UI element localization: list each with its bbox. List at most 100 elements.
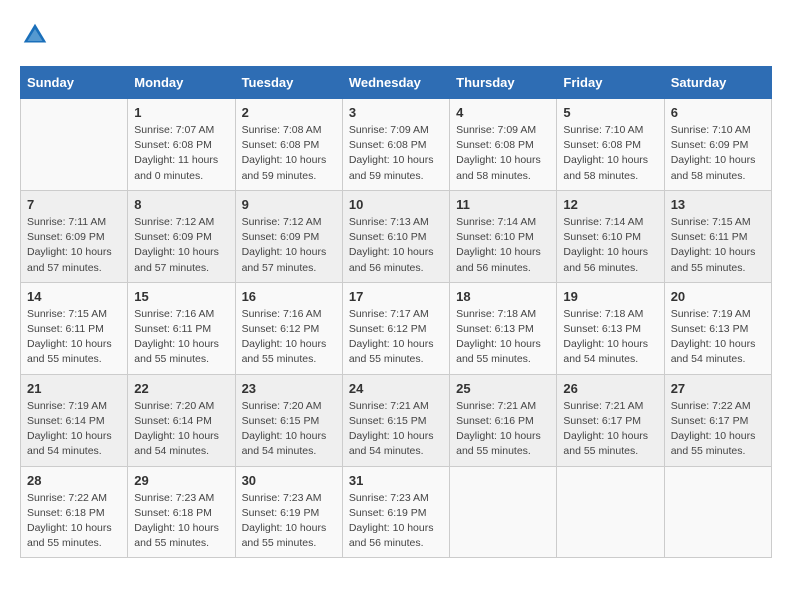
calendar-cell: 29 Sunrise: 7:23 AMSunset: 6:18 PMDayligh… (128, 466, 235, 558)
calendar-cell (21, 99, 128, 191)
day-info: Sunrise: 7:16 AMSunset: 6:12 PMDaylight:… (242, 307, 336, 368)
day-number: 18 (456, 289, 550, 304)
day-info: Sunrise: 7:15 AMSunset: 6:11 PMDaylight:… (27, 307, 121, 368)
calendar-cell: 17 Sunrise: 7:17 AMSunset: 6:12 PMDayligh… (342, 282, 449, 374)
calendar-cell: 7 Sunrise: 7:11 AMSunset: 6:09 PMDaylight… (21, 190, 128, 282)
calendar-header-row: SundayMondayTuesdayWednesdayThursdayFrid… (21, 67, 772, 99)
day-number: 5 (563, 105, 657, 120)
day-number: 14 (27, 289, 121, 304)
calendar-cell: 18 Sunrise: 7:18 AMSunset: 6:13 PMDayligh… (450, 282, 557, 374)
calendar-cell: 4 Sunrise: 7:09 AMSunset: 6:08 PMDaylight… (450, 99, 557, 191)
day-info: Sunrise: 7:22 AMSunset: 6:18 PMDaylight:… (27, 491, 121, 552)
calendar-cell: 9 Sunrise: 7:12 AMSunset: 6:09 PMDaylight… (235, 190, 342, 282)
calendar-cell: 30Sunrise: 7:23 AMSunset: 6:19 PMDayligh… (235, 466, 342, 558)
day-number: 11 (456, 197, 550, 212)
calendar-week-row: 1Sunrise: 7:07 AMSunset: 6:08 PMDaylight… (21, 99, 772, 191)
day-number: 21 (27, 381, 121, 396)
calendar-cell: 22 Sunrise: 7:20 AMSunset: 6:14 PMDayligh… (128, 374, 235, 466)
calendar-cell: 5 Sunrise: 7:10 AMSunset: 6:08 PMDaylight… (557, 99, 664, 191)
calendar-cell (557, 466, 664, 558)
day-info: Sunrise: 7:18 AMSunset: 6:13 PMDaylight:… (456, 307, 550, 368)
day-number: 17 (349, 289, 443, 304)
day-number: 8 (134, 197, 228, 212)
day-info: Sunrise: 7:07 AMSunset: 6:08 PMDaylight:… (134, 123, 228, 184)
day-info: Sunrise: 7:15 AMSunset: 6:11 PMDaylight:… (671, 215, 765, 276)
calendar-table: SundayMondayTuesdayWednesdayThursdayFrid… (20, 66, 772, 558)
calendar-cell (450, 466, 557, 558)
calendar-week-row: 7 Sunrise: 7:11 AMSunset: 6:09 PMDaylight… (21, 190, 772, 282)
day-number: 22 (134, 381, 228, 396)
calendar-cell: 19Sunrise: 7:18 AMSunset: 6:13 PMDayligh… (557, 282, 664, 374)
calendar-cell: 11 Sunrise: 7:14 AMSunset: 6:10 PMDayligh… (450, 190, 557, 282)
day-info: Sunrise: 7:20 AMSunset: 6:14 PMDaylight:… (134, 399, 228, 460)
day-number: 31 (349, 473, 443, 488)
calendar-cell: 25 Sunrise: 7:21 AMSunset: 6:16 PMDayligh… (450, 374, 557, 466)
day-info: Sunrise: 7:21 AMSunset: 6:16 PMDaylight:… (456, 399, 550, 460)
day-info: Sunrise: 7:10 AMSunset: 6:09 PMDaylight:… (671, 123, 765, 184)
day-info: Sunrise: 7:16 AMSunset: 6:11 PMDaylight:… (134, 307, 228, 368)
calendar-week-row: 28 Sunrise: 7:22 AMSunset: 6:18 PMDayligh… (21, 466, 772, 558)
calendar-cell: 26 Sunrise: 7:21 AMSunset: 6:17 PMDayligh… (557, 374, 664, 466)
day-info: Sunrise: 7:09 AMSunset: 6:08 PMDaylight:… (456, 123, 550, 184)
calendar-cell: 21 Sunrise: 7:19 AMSunset: 6:14 PMDayligh… (21, 374, 128, 466)
day-number: 7 (27, 197, 121, 212)
page-header (20, 20, 772, 50)
calendar-cell: 14 Sunrise: 7:15 AMSunset: 6:11 PMDayligh… (21, 282, 128, 374)
day-number: 29 (134, 473, 228, 488)
day-info: Sunrise: 7:19 AMSunset: 6:13 PMDaylight:… (671, 307, 765, 368)
calendar-cell: 15 Sunrise: 7:16 AMSunset: 6:11 PMDayligh… (128, 282, 235, 374)
header-monday: Monday (128, 67, 235, 99)
day-number: 25 (456, 381, 550, 396)
calendar-cell: 27Sunrise: 7:22 AMSunset: 6:17 PMDayligh… (664, 374, 771, 466)
day-info: Sunrise: 7:09 AMSunset: 6:08 PMDaylight:… (349, 123, 443, 184)
day-info: Sunrise: 7:21 AMSunset: 6:17 PMDaylight:… (563, 399, 657, 460)
header-friday: Friday (557, 67, 664, 99)
day-info: Sunrise: 7:20 AMSunset: 6:15 PMDaylight:… (242, 399, 336, 460)
day-number: 6 (671, 105, 765, 120)
calendar-cell: 23 Sunrise: 7:20 AMSunset: 6:15 PMDayligh… (235, 374, 342, 466)
calendar-cell: 31Sunrise: 7:23 AMSunset: 6:19 PMDayligh… (342, 466, 449, 558)
day-info: Sunrise: 7:22 AMSunset: 6:17 PMDaylight:… (671, 399, 765, 460)
calendar-cell: 3 Sunrise: 7:09 AMSunset: 6:08 PMDaylight… (342, 99, 449, 191)
day-number: 23 (242, 381, 336, 396)
day-info: Sunrise: 7:17 AMSunset: 6:12 PMDaylight:… (349, 307, 443, 368)
calendar-week-row: 14 Sunrise: 7:15 AMSunset: 6:11 PMDayligh… (21, 282, 772, 374)
calendar-cell: 10Sunrise: 7:13 AMSunset: 6:10 PMDayligh… (342, 190, 449, 282)
day-number: 13 (671, 197, 765, 212)
day-info: Sunrise: 7:10 AMSunset: 6:08 PMDaylight:… (563, 123, 657, 184)
calendar-week-row: 21 Sunrise: 7:19 AMSunset: 6:14 PMDayligh… (21, 374, 772, 466)
day-info: Sunrise: 7:23 AMSunset: 6:18 PMDaylight:… (134, 491, 228, 552)
day-info: Sunrise: 7:12 AMSunset: 6:09 PMDaylight:… (242, 215, 336, 276)
day-number: 10 (349, 197, 443, 212)
day-info: Sunrise: 7:08 AMSunset: 6:08 PMDaylight:… (242, 123, 336, 184)
calendar-cell: 1Sunrise: 7:07 AMSunset: 6:08 PMDaylight… (128, 99, 235, 191)
day-info: Sunrise: 7:19 AMSunset: 6:14 PMDaylight:… (27, 399, 121, 460)
calendar-cell: 12 Sunrise: 7:14 AMSunset: 6:10 PMDayligh… (557, 190, 664, 282)
day-number: 16 (242, 289, 336, 304)
day-number: 9 (242, 197, 336, 212)
logo-icon (20, 20, 50, 50)
day-number: 28 (27, 473, 121, 488)
day-number: 2 (242, 105, 336, 120)
calendar-cell: 28 Sunrise: 7:22 AMSunset: 6:18 PMDayligh… (21, 466, 128, 558)
day-number: 3 (349, 105, 443, 120)
day-info: Sunrise: 7:11 AMSunset: 6:09 PMDaylight:… (27, 215, 121, 276)
header-sunday: Sunday (21, 67, 128, 99)
calendar-cell: 13 Sunrise: 7:15 AMSunset: 6:11 PMDayligh… (664, 190, 771, 282)
day-info: Sunrise: 7:14 AMSunset: 6:10 PMDaylight:… (563, 215, 657, 276)
day-number: 26 (563, 381, 657, 396)
header-wednesday: Wednesday (342, 67, 449, 99)
calendar-cell: 2 Sunrise: 7:08 AMSunset: 6:08 PMDaylight… (235, 99, 342, 191)
calendar-cell (664, 466, 771, 558)
day-info: Sunrise: 7:18 AMSunset: 6:13 PMDaylight:… (563, 307, 657, 368)
day-number: 12 (563, 197, 657, 212)
day-info: Sunrise: 7:14 AMSunset: 6:10 PMDaylight:… (456, 215, 550, 276)
calendar-cell: 20Sunrise: 7:19 AMSunset: 6:13 PMDayligh… (664, 282, 771, 374)
day-number: 24 (349, 381, 443, 396)
logo (20, 20, 54, 50)
header-thursday: Thursday (450, 67, 557, 99)
day-info: Sunrise: 7:23 AMSunset: 6:19 PMDaylight:… (242, 491, 336, 552)
day-number: 15 (134, 289, 228, 304)
day-number: 4 (456, 105, 550, 120)
day-info: Sunrise: 7:21 AMSunset: 6:15 PMDaylight:… (349, 399, 443, 460)
